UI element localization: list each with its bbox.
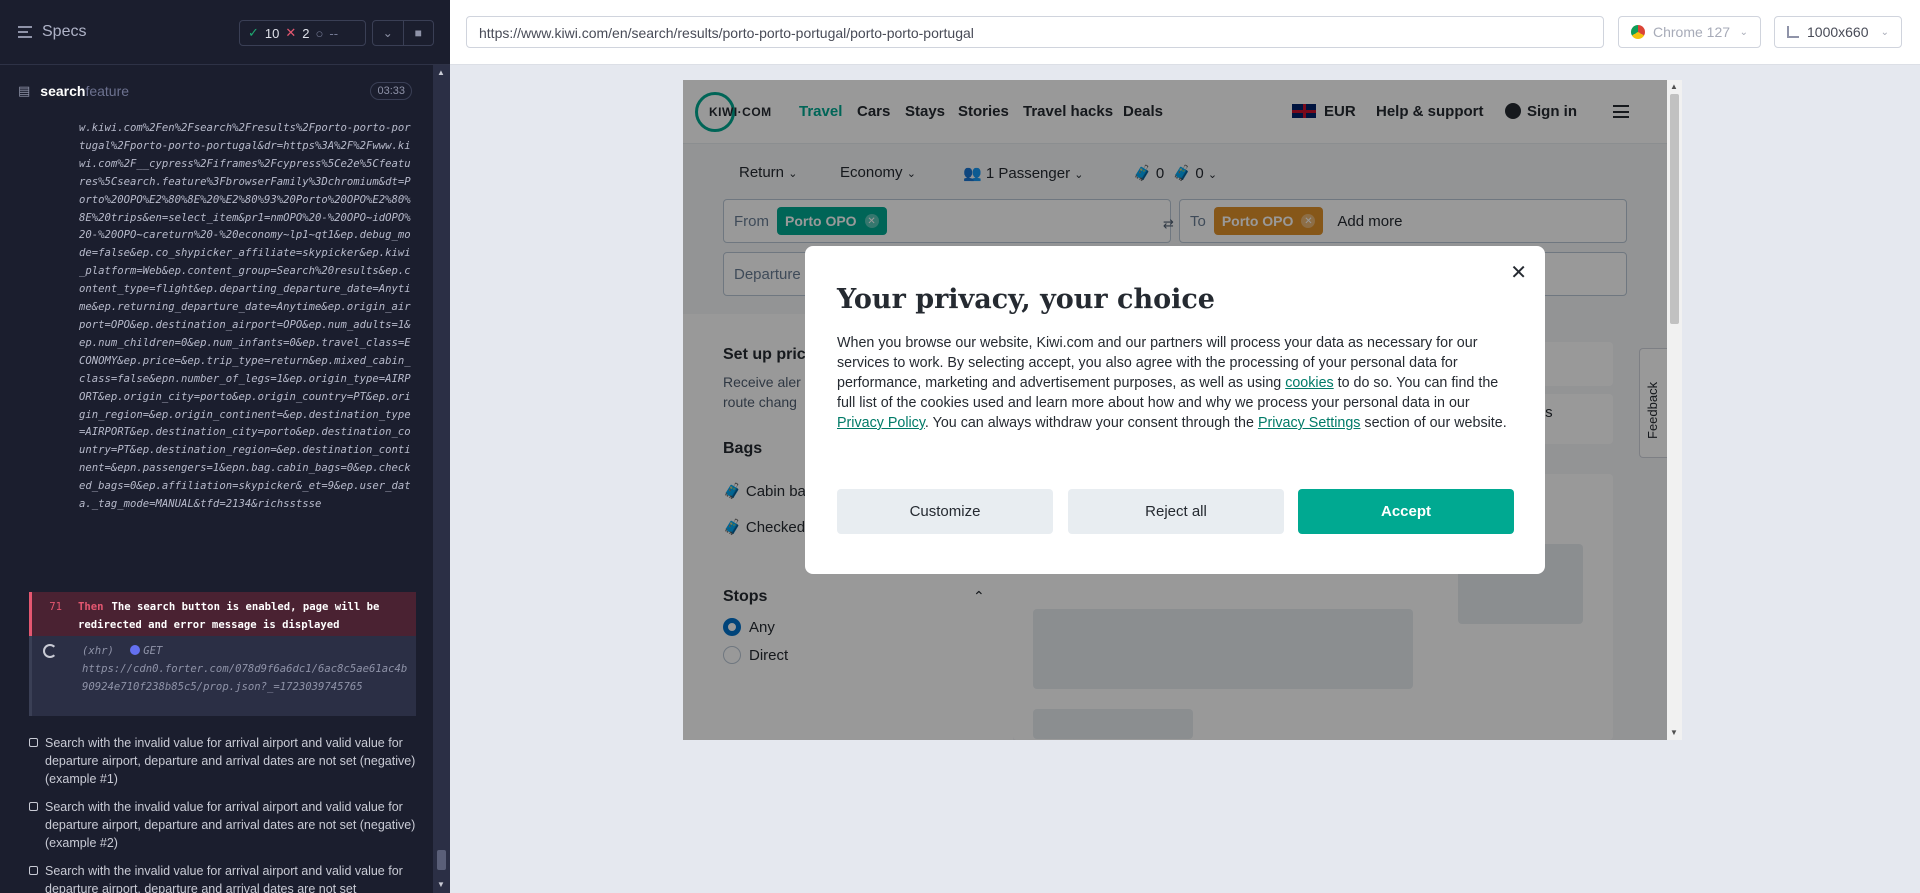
stop-icon[interactable]: ■ [404, 21, 434, 45]
close-icon[interactable]: ✕ [1510, 260, 1527, 285]
xhr-url: https://cdn0.forter.com/078d9f6a6dc1/6ac… [82, 663, 408, 693]
test-stats: ✓ 10 ✕ 2 ○ -- [239, 20, 366, 46]
test-status-icon [29, 802, 38, 811]
specs-title: Specs [42, 23, 87, 40]
test-item[interactable]: Search with the invalid value for arriva… [28, 862, 418, 893]
scroll-down-icon[interactable]: ▼ [1670, 728, 1678, 737]
xhr-method: GET [143, 645, 163, 657]
run-controls: ⌄ ■ [372, 20, 434, 46]
xhr-label: (xhr) [82, 645, 114, 657]
customize-button[interactable]: Customize [837, 489, 1053, 534]
chevron-down-icon[interactable]: ⌄ [373, 21, 404, 45]
spec-duration: 03:33 [370, 82, 412, 100]
chevron-down-icon: ⌄ [1739, 26, 1748, 38]
reporter-header: Specs ✓ 10 ✕ 2 ○ -- ⌄ ■ [0, 0, 450, 65]
specs-list-icon [18, 26, 32, 38]
log-url-text: w.kiwi.com%2Fen%2Fsearch%2Fresults%2Fpor… [79, 122, 411, 511]
privacy-policy-link[interactable]: Privacy Policy [837, 415, 925, 431]
command-log: w.kiwi.com%2Fen%2Fsearch%2Fresults%2Fpor… [0, 118, 430, 893]
modal-title: Your privacy, your choice [837, 284, 1215, 315]
aut-url-bar[interactable]: https://www.kiwi.com/en/search/results/p… [466, 16, 1604, 48]
viewport-icon [1787, 26, 1799, 38]
cookies-link[interactable]: cookies [1285, 375, 1333, 391]
check-icon: ✓ [248, 25, 259, 40]
xhr-log-entry[interactable]: (xhr) GET https://cdn0.forter.com/078d9f… [29, 636, 416, 716]
pending-count: -- [329, 25, 339, 41]
accept-button[interactable]: Accept [1298, 489, 1514, 534]
browser-selector[interactable]: Chrome 127 ⌄ [1618, 16, 1761, 48]
scroll-thumb[interactable] [437, 850, 446, 870]
reject-all-button[interactable]: Reject all [1068, 489, 1284, 534]
reporter-panel: Specs ✓ 10 ✕ 2 ○ -- ⌄ ■ ▤ searchfeature … [0, 0, 450, 893]
frame-scrollbar[interactable]: ▲ ▼ [1667, 80, 1682, 740]
scroll-thumb[interactable] [1670, 94, 1679, 324]
viewport-selector[interactable]: 1000x660 ⌄ [1774, 16, 1902, 48]
step-keyword: Then [78, 601, 104, 613]
failed-count: 2 [302, 25, 310, 41]
test-item[interactable]: Search with the invalid value for arriva… [28, 734, 418, 788]
scroll-down-icon[interactable]: ▼ [437, 880, 445, 889]
privacy-modal: ✕ Your privacy, your choice When you bro… [805, 246, 1545, 574]
test-item[interactable]: Search with the invalid value for arriva… [28, 798, 418, 852]
document-icon: ▤ [18, 83, 31, 98]
test-status-icon [29, 866, 38, 875]
chrome-icon [1631, 25, 1645, 39]
scroll-up-icon[interactable]: ▲ [1670, 82, 1678, 91]
privacy-settings-link[interactable]: Privacy Settings [1258, 415, 1361, 431]
step-text: The search button is enabled, page will … [78, 601, 380, 631]
specs-link[interactable]: Specs [18, 23, 86, 41]
pending-icon: ○ [315, 25, 324, 41]
chevron-down-icon: ⌄ [1880, 26, 1889, 38]
loading-spinner-icon [43, 644, 57, 658]
aut-header: https://www.kiwi.com/en/search/results/p… [450, 0, 1920, 65]
spec-file-name: searchfeature [40, 83, 130, 99]
xhr-status-dot [130, 645, 141, 655]
reporter-scrollbar[interactable]: ▲ ▼ [433, 65, 450, 893]
x-icon: ✕ [285, 25, 297, 40]
test-status-icon [29, 738, 38, 747]
modal-body: When you browse our website, Kiwi.com an… [837, 335, 1507, 431]
spec-file-row[interactable]: ▤ searchfeature 03:33 [0, 78, 430, 104]
scroll-up-icon[interactable]: ▲ [437, 68, 445, 77]
passed-count: 10 [264, 25, 280, 41]
